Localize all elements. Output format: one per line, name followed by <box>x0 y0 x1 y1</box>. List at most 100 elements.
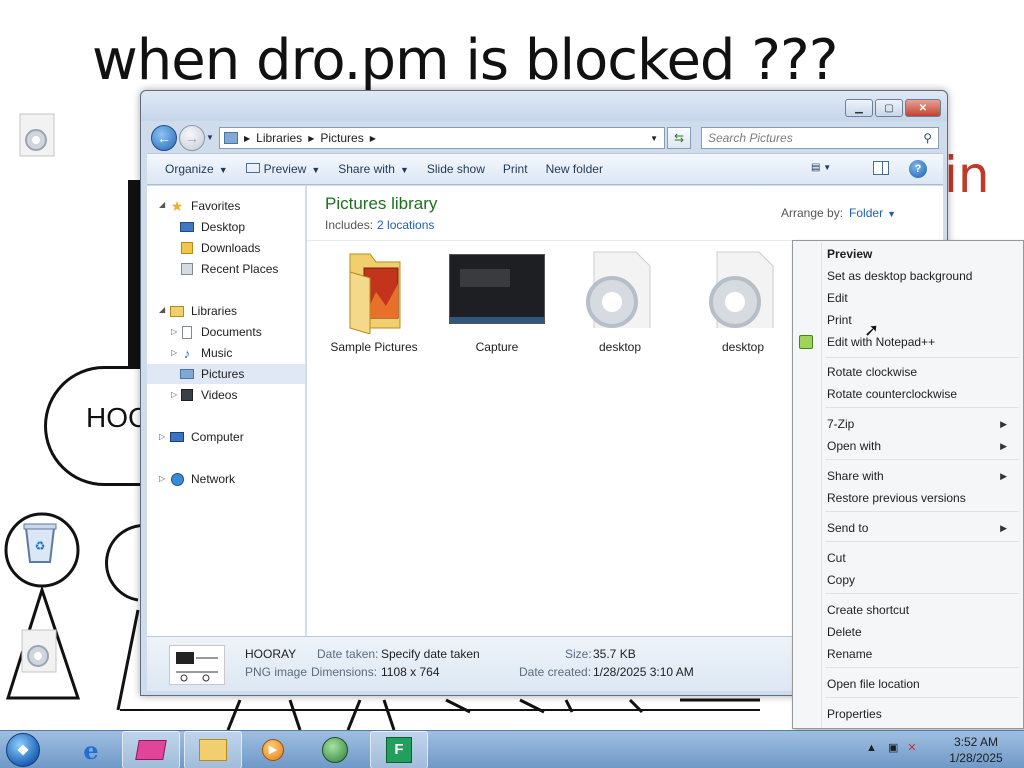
menu-item-copy[interactable]: Copy <box>827 569 855 591</box>
nav-desktop[interactable]: Desktop <box>147 217 305 237</box>
menu-item-share-with[interactable]: Share with ▶ <box>827 465 1017 487</box>
menu-item-create-shortcut[interactable]: Create shortcut <box>827 599 909 621</box>
menu-separator <box>825 667 1019 668</box>
menu-item-delete[interactable]: Delete <box>827 621 862 643</box>
minimize-button[interactable]: ▁ <box>845 99 873 117</box>
file-name: desktop <box>721 340 765 354</box>
address-dropdown-icon[interactable]: ▼ <box>650 134 658 143</box>
search-input[interactable]: Search Pictures ⚲ <box>701 127 939 149</box>
taskbar-internet-explorer[interactable]: e <box>62 731 120 768</box>
organize-label: Organize <box>165 162 214 176</box>
desktop-settings-file-icon-2[interactable] <box>16 628 60 673</box>
nav-libraries[interactable]: Libraries <box>147 301 305 321</box>
nav-pictures[interactable]: Pictures <box>147 364 305 384</box>
menu-item-properties[interactable]: Properties <box>827 703 882 725</box>
taskbar-app-globe[interactable] <box>306 731 364 768</box>
forward-button[interactable]: → <box>179 125 205 151</box>
nav-music[interactable]: ♪ Music <box>147 343 305 363</box>
clock[interactable]: 3:52 AM 1/28/2025 <box>940 734 1012 766</box>
recycle-bin-icon[interactable]: ♻ <box>18 520 62 564</box>
file-tile[interactable]: desktop <box>565 251 675 364</box>
refresh-button[interactable]: ⇆ <box>667 127 691 149</box>
desktop-settings-file-icon[interactable] <box>14 112 58 157</box>
menu-item-open-with[interactable]: Open with ▶ <box>827 435 1017 457</box>
nav-computer[interactable]: Computer <box>147 427 305 447</box>
start-button[interactable]: ❖ <box>6 733 40 767</box>
title-bar[interactable]: ▁ ▢ ✕ <box>141 91 947 121</box>
print-button[interactable]: Print <box>503 162 528 176</box>
file-tile[interactable]: Capture <box>442 254 552 364</box>
menu-item-open-file-location[interactable]: Open file location <box>827 673 920 695</box>
menu-item-rotate-clockwise[interactable]: Rotate clockwise <box>827 361 917 383</box>
menu-item-7zip-label: 7-Zip <box>827 417 855 431</box>
maximize-button[interactable]: ▢ <box>875 99 903 117</box>
settings-file-icon <box>695 251 791 328</box>
menu-item-7zip[interactable]: 7-Zip ▶ <box>827 413 1017 435</box>
network-tray-icon[interactable]: ▣ <box>888 742 898 754</box>
preview-button[interactable]: Preview ▼ <box>245 162 320 176</box>
nav-downloads[interactable]: Downloads <box>147 238 305 258</box>
internet-explorer-icon: e <box>83 735 99 765</box>
settings-file-icon <box>572 251 668 328</box>
image-thumbnail <box>449 254 545 324</box>
breadcrumb-libraries[interactable]: Libraries <box>256 131 302 145</box>
file-tile[interactable]: Sample Pictures <box>319 253 429 364</box>
organize-button[interactable]: Organize ▼ <box>165 162 228 176</box>
menu-item-send-to[interactable]: Send to ▶ <box>827 517 1017 539</box>
address-bar[interactable]: ▶ Libraries ▶ Pictures ▶ ▼ <box>219 127 665 149</box>
menu-item-set-desktop-background[interactable]: Set as desktop background <box>827 265 972 287</box>
share-with-button[interactable]: Share with ▼ <box>338 162 409 176</box>
clock-date: 1/28/2025 <box>949 751 1003 765</box>
menu-item-cut[interactable]: Cut <box>827 547 846 569</box>
windows-logo-icon: ❖ <box>16 741 30 758</box>
file-preview-thumbnail <box>169 645 225 685</box>
network-icon <box>169 472 185 486</box>
menu-item-rotate-counterclockwise[interactable]: Rotate counterclockwise <box>827 383 957 405</box>
new-folder-button[interactable]: New folder <box>546 162 603 176</box>
preview-pane-button[interactable] <box>873 161 889 175</box>
nav-favorites[interactable]: ★ Favorites <box>147 196 305 216</box>
menu-item-send-to-label: Send to <box>827 521 869 535</box>
slide-show-button[interactable]: Slide show <box>427 162 485 176</box>
menu-item-edit[interactable]: Edit <box>827 287 848 309</box>
arrange-by-dropdown[interactable]: Folder <box>849 206 883 220</box>
taskbar-media-player[interactable]: ▶ <box>244 731 302 768</box>
command-bar: Organize ▼ Preview ▼ Share with ▼ Slide sho… <box>147 153 943 185</box>
file-tile[interactable]: desktop <box>688 251 798 364</box>
breadcrumb-separator-icon[interactable]: ▶ <box>370 134 376 143</box>
menu-item-print[interactable]: Print <box>827 309 852 331</box>
menu-item-restore-previous-versions[interactable]: Restore previous versions <box>827 487 966 509</box>
nav-network[interactable]: Network <box>147 469 305 489</box>
menu-item-rename[interactable]: Rename <box>827 643 872 665</box>
change-view-button[interactable]: ▤ ▼ <box>811 162 831 173</box>
size-value: 35.7 KB <box>593 647 636 661</box>
taskbar-app-pink[interactable] <box>122 731 180 768</box>
breadcrumb-separator-icon[interactable]: ▶ <box>244 134 250 143</box>
menu-item-open-with-label: Open with <box>827 439 882 453</box>
show-hidden-icons-icon[interactable]: ▲ <box>866 742 877 754</box>
forward-arrow-icon: → <box>185 130 199 146</box>
breadcrumb-pictures[interactable]: Pictures <box>320 131 363 145</box>
menu-separator <box>825 459 1019 460</box>
menu-item-edit-with-notepad[interactable]: Edit with Notepad++ <box>827 331 935 353</box>
taskbar-app-green[interactable]: F <box>370 731 428 768</box>
menu-item-preview[interactable]: Preview <box>827 243 872 265</box>
address-row: ← → ▼ ▶ Libraries ▶ Pictures ▶ ▼ ⇆ Searc… <box>141 121 947 153</box>
date-taken-value[interactable]: Specify date taken <box>381 647 480 661</box>
close-button[interactable]: ✕ <box>905 99 941 117</box>
chevron-down-icon[interactable]: ▼ <box>887 209 896 219</box>
recent-pages-dropdown-icon[interactable]: ▼ <box>206 133 214 142</box>
volume-muted-icon[interactable]: ✕ <box>907 742 916 754</box>
nav-documents[interactable]: Documents <box>147 322 305 342</box>
locations-link[interactable]: 2 locations <box>377 218 434 232</box>
nav-videos[interactable]: Videos <box>147 385 305 405</box>
breadcrumb-separator-icon[interactable]: ▶ <box>308 134 314 143</box>
help-button[interactable]: ? <box>909 160 927 178</box>
chevron-down-icon: ▼ <box>399 165 409 175</box>
videos-icon <box>179 388 195 402</box>
nav-recent-places[interactable]: Recent Places <box>147 259 305 279</box>
back-button[interactable]: ← <box>151 125 177 151</box>
taskbar-windows-explorer[interactable] <box>184 731 242 768</box>
folder-icon <box>326 253 422 334</box>
nav-documents-label: Documents <box>201 325 262 339</box>
